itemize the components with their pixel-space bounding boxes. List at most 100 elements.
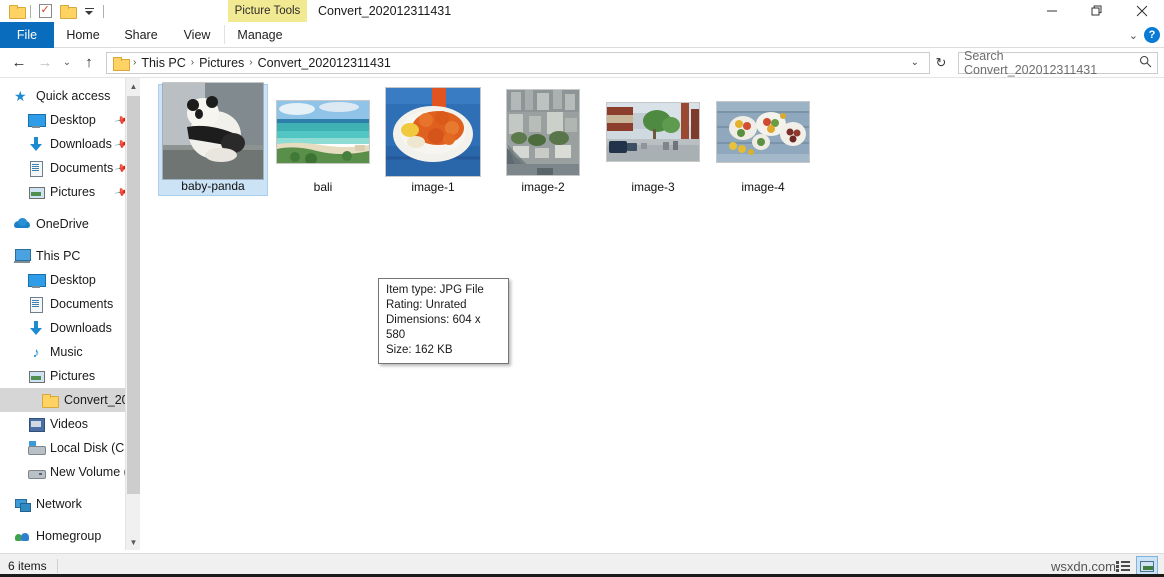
navigation-pane-scrollbar[interactable]: ▲ ▼ bbox=[125, 78, 140, 550]
sidebar-spacer-2 bbox=[0, 236, 140, 244]
search-input[interactable]: Search Convert_202012311431 bbox=[958, 52, 1158, 74]
large-icons-view-button[interactable] bbox=[1136, 556, 1158, 576]
chevron-down-icon[interactable]: ⌄ bbox=[905, 57, 925, 68]
scroll-up-icon[interactable]: ▲ bbox=[126, 78, 140, 94]
sidebar-item-label: Videos bbox=[50, 417, 88, 431]
tab-share[interactable]: Share bbox=[112, 22, 170, 48]
breadcrumb[interactable]: › This PC › Pictures › Convert_202012311… bbox=[106, 52, 930, 74]
thumbnail-panda bbox=[163, 83, 263, 179]
sidebar-item-documents[interactable]: Documents bbox=[0, 292, 140, 316]
window-controls bbox=[1029, 0, 1164, 22]
sidebar-item-homegroup[interactable]: Homegroup bbox=[0, 524, 140, 548]
tab-manage[interactable]: Manage bbox=[225, 22, 295, 48]
homegroup-icon bbox=[14, 528, 30, 544]
document-icon bbox=[28, 160, 44, 176]
tooltip-line-rating: Rating: Unrated bbox=[386, 298, 502, 313]
chevron-down-icon[interactable]: ⌄ bbox=[1129, 29, 1138, 42]
file-list-view[interactable]: baby-panda bbox=[140, 78, 1164, 550]
sidebar-item-label: Downloads bbox=[50, 137, 112, 151]
sidebar-item-label: Documents bbox=[50, 161, 113, 175]
restore-button[interactable] bbox=[1074, 0, 1119, 22]
sidebar-item-network[interactable]: Network bbox=[0, 492, 140, 516]
file-item-image-4[interactable]: image-4 bbox=[708, 84, 818, 196]
main-body: ★ Quick access Desktop 📌 Downloads 📌 Doc… bbox=[0, 78, 1164, 550]
sidebar-spacer-4 bbox=[0, 516, 140, 524]
folder-icon[interactable] bbox=[5, 1, 27, 21]
file-item-bali[interactable]: bali bbox=[268, 84, 378, 196]
address-bar: ← → ⌄ ↑ › This PC › Pictures › Convert_2… bbox=[0, 48, 1164, 78]
sidebar-item-label: Desktop bbox=[50, 113, 96, 127]
sidebar-item-desktop-quick[interactable]: Desktop 📌 bbox=[0, 108, 140, 132]
sidebar-item-label: Homegroup bbox=[36, 529, 101, 543]
refresh-icon[interactable]: ↻ bbox=[930, 55, 952, 71]
sidebar-item-documents-quick[interactable]: Documents 📌 bbox=[0, 156, 140, 180]
breadcrumb-item-current-folder[interactable]: Convert_202012311431 bbox=[255, 56, 394, 70]
music-icon: ♪ bbox=[28, 344, 44, 360]
thumbnail-beach bbox=[277, 101, 369, 163]
tab-view[interactable]: View bbox=[170, 22, 224, 48]
file-label: baby-panda bbox=[181, 179, 244, 193]
file-item-image-3[interactable]: image-3 bbox=[598, 84, 708, 196]
title-bar: Picture Tools Convert_202012311431 bbox=[0, 0, 1164, 22]
forward-button[interactable]: → bbox=[32, 50, 58, 76]
back-button[interactable]: ← bbox=[6, 50, 32, 76]
star-icon: ★ bbox=[14, 88, 30, 104]
sidebar-item-convert-folder[interactable]: Convert_20201 bbox=[0, 388, 140, 412]
view-mode-buttons bbox=[1112, 556, 1158, 576]
item-count-label: 6 items bbox=[8, 559, 47, 573]
thumbnail-wrapper bbox=[607, 89, 699, 175]
file-label: bali bbox=[314, 180, 333, 194]
cloud-icon bbox=[14, 216, 30, 232]
drive-icon bbox=[28, 440, 44, 456]
sidebar-item-desktop[interactable]: Desktop bbox=[0, 268, 140, 292]
sidebar-item-videos[interactable]: Videos bbox=[0, 412, 140, 436]
scroll-down-icon[interactable]: ▼ bbox=[126, 534, 140, 550]
sidebar-item-label: This PC bbox=[36, 249, 80, 263]
file-item-baby-panda[interactable]: baby-panda bbox=[158, 84, 268, 196]
recent-locations-icon[interactable]: ⌄ bbox=[58, 50, 76, 76]
file-label: image-1 bbox=[411, 180, 454, 194]
sidebar-spacer-3 bbox=[0, 484, 140, 492]
sidebar-item-pictures[interactable]: Pictures bbox=[0, 364, 140, 388]
picture-icon bbox=[28, 368, 44, 384]
status-divider bbox=[57, 559, 58, 573]
sidebar-item-pictures-quick[interactable]: Pictures 📌 bbox=[0, 180, 140, 204]
scrollbar-thumb[interactable] bbox=[127, 96, 140, 494]
properties-icon[interactable] bbox=[34, 1, 56, 21]
folder-icon bbox=[42, 392, 58, 408]
help-icon[interactable]: ? bbox=[1144, 27, 1160, 43]
document-icon bbox=[28, 296, 44, 312]
tab-file[interactable]: File bbox=[0, 22, 54, 48]
picture-icon bbox=[28, 184, 44, 200]
minimize-button[interactable] bbox=[1029, 0, 1074, 22]
sidebar-item-music[interactable]: ♪ Music bbox=[0, 340, 140, 364]
sidebar-item-new-volume-e[interactable]: New Volume (E:) bbox=[0, 460, 140, 484]
thumbnail-wrapper bbox=[507, 89, 579, 175]
sidebar-item-downloads[interactable]: Downloads bbox=[0, 316, 140, 340]
breadcrumb-item-this-pc[interactable]: This PC bbox=[138, 56, 188, 70]
watermark-text: wsxdn.com bbox=[1051, 559, 1116, 574]
breadcrumb-separator-2: › bbox=[247, 57, 254, 68]
sidebar-item-local-disk-c[interactable]: Local Disk (C:) bbox=[0, 436, 140, 460]
tab-home[interactable]: Home bbox=[54, 22, 112, 48]
file-item-image-2[interactable]: image-2 bbox=[488, 84, 598, 196]
up-button[interactable]: ↑ bbox=[76, 50, 102, 76]
sidebar-item-quick-access[interactable]: ★ Quick access bbox=[0, 84, 140, 108]
sidebar-item-label: Desktop bbox=[50, 273, 96, 287]
download-icon bbox=[28, 320, 44, 336]
close-button[interactable] bbox=[1119, 0, 1164, 22]
customize-dropdown-icon[interactable] bbox=[78, 1, 100, 21]
sidebar-item-this-pc[interactable]: This PC bbox=[0, 244, 140, 268]
tooltip-line-dimensions: Dimensions: 604 x 580 bbox=[386, 313, 502, 343]
new-folder-icon[interactable] bbox=[56, 1, 78, 21]
sidebar-item-onedrive[interactable]: OneDrive bbox=[0, 212, 140, 236]
sidebar-item-downloads-quick[interactable]: Downloads 📌 bbox=[0, 132, 140, 156]
qat-divider-1 bbox=[30, 5, 31, 18]
file-label: image-3 bbox=[631, 180, 674, 194]
navigation-pane: ★ Quick access Desktop 📌 Downloads 📌 Doc… bbox=[0, 78, 140, 550]
breadcrumb-item-pictures[interactable]: Pictures bbox=[196, 56, 247, 70]
search-icon[interactable] bbox=[1139, 55, 1152, 71]
qat-divider-2 bbox=[103, 5, 104, 18]
file-item-image-1[interactable]: image-1 bbox=[378, 84, 488, 196]
file-tiles: baby-panda bbox=[140, 78, 1164, 196]
